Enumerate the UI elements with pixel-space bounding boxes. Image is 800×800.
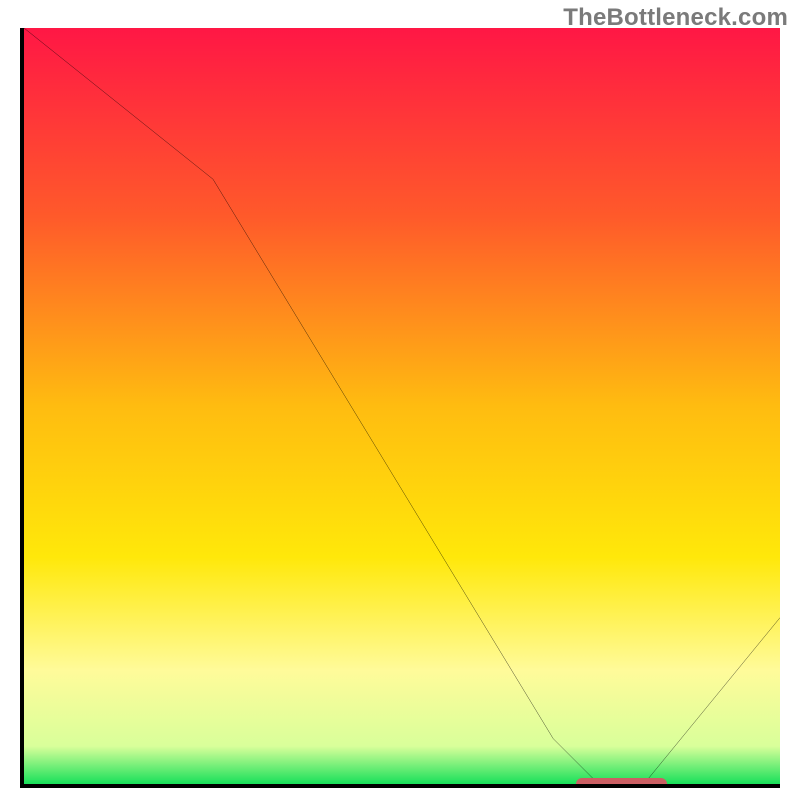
optimal-marker <box>576 778 667 788</box>
bottleneck-curve <box>24 28 780 784</box>
plot-area <box>20 28 780 788</box>
curve-path <box>24 28 780 784</box>
bottleneck-chart: TheBottleneck.com <box>0 0 800 800</box>
watermark-text: TheBottleneck.com <box>563 4 788 32</box>
